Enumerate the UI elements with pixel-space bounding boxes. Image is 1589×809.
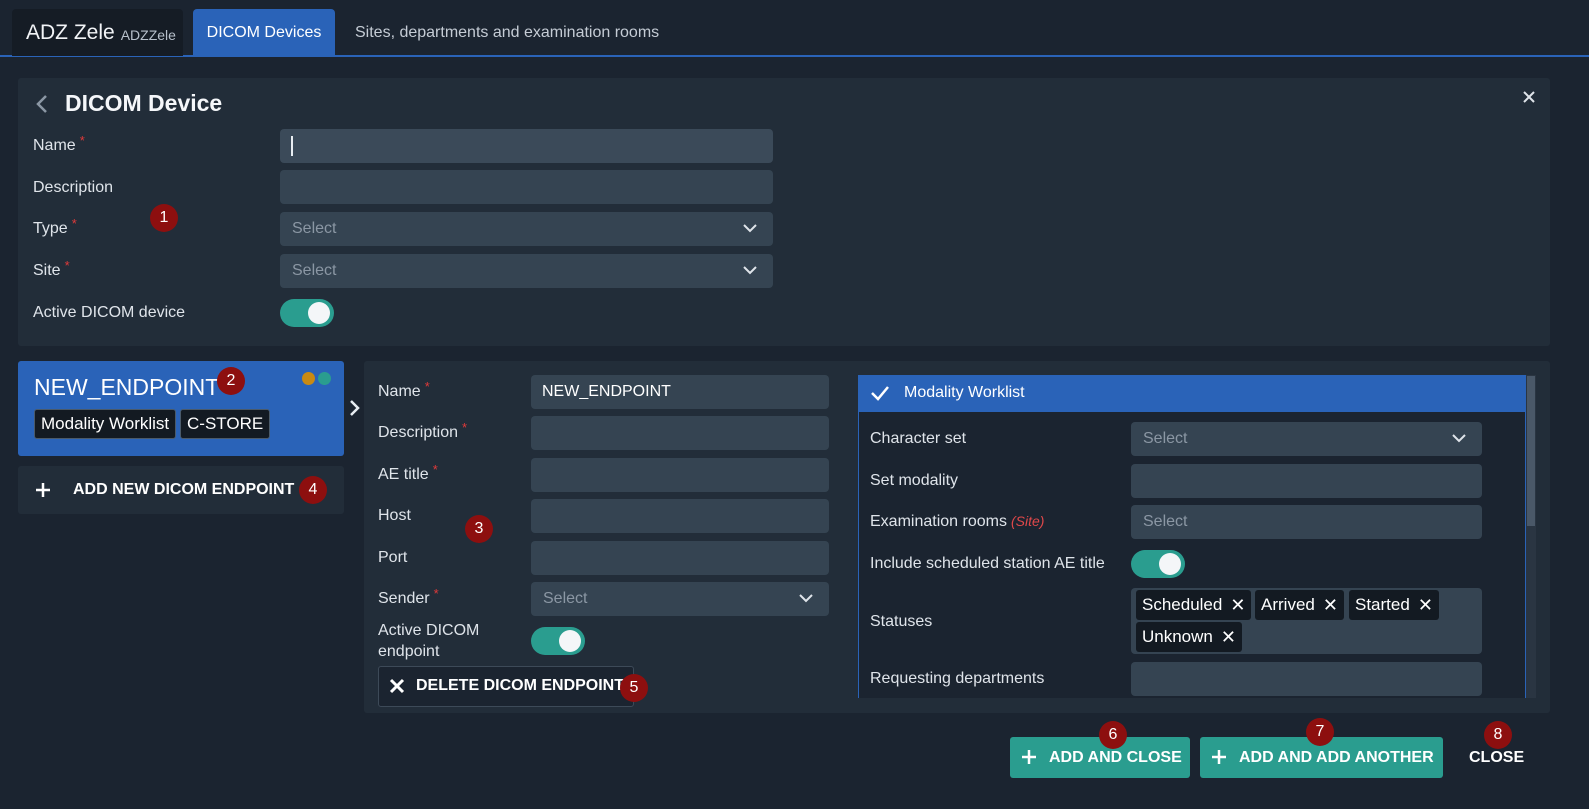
ep-sender-select[interactable]: Select: [531, 582, 829, 616]
ep-ae-title-input[interactable]: [531, 458, 829, 492]
set-modality-label: Set modality: [870, 472, 959, 489]
tab-app[interactable]: ADZ Zele ADZZele: [12, 9, 183, 56]
description-label: Description: [33, 179, 114, 196]
ep-active-toggle[interactable]: [531, 627, 585, 655]
step-badge-8: 8: [1484, 721, 1512, 749]
add-and-close-label: ADD AND CLOSE: [1049, 749, 1182, 766]
status-tag-label: Started: [1355, 595, 1410, 614]
close-icon: [389, 678, 405, 694]
exam-rooms-placeholder: Select: [1143, 513, 1188, 530]
add-endpoint-label: ADD NEW DICOM ENDPOINT: [73, 481, 295, 498]
name-label: Name: [33, 137, 81, 155]
ep-host-input[interactable]: [531, 499, 829, 533]
charset-label: Character set: [870, 430, 967, 447]
toggle-knob: [308, 302, 330, 324]
set-modality-input[interactable]: [1131, 464, 1482, 498]
app-code: ADZZele: [120, 26, 176, 43]
plus-icon: [1022, 750, 1036, 764]
step-badge-3: 3: [465, 515, 493, 543]
ep-active-label-line1: Active DICOM: [378, 622, 480, 639]
exam-rooms-note: (Site): [1010, 513, 1045, 529]
close-button[interactable]: CLOSE: [1469, 749, 1524, 767]
chevron-down-icon: [799, 594, 813, 603]
charset-select[interactable]: Select: [1131, 422, 1482, 456]
step-badge-5: 5: [620, 674, 648, 702]
name-input[interactable]: [280, 129, 773, 163]
type-placeholder: Select: [292, 220, 337, 237]
status-tag[interactable]: Unknown ✕: [1136, 622, 1242, 652]
chevron-left-icon[interactable]: [34, 94, 50, 114]
tab-dicom-devices[interactable]: DICOM Devices: [193, 9, 335, 56]
remove-tag-icon[interactable]: ✕: [1418, 595, 1433, 616]
ep-host-label: Host: [378, 507, 411, 524]
requesting-label: Requesting departments: [870, 670, 1045, 687]
text-caret: [291, 136, 293, 156]
status-tag[interactable]: Scheduled ✕: [1136, 590, 1252, 620]
active-device-toggle[interactable]: [280, 299, 334, 327]
worklist-scrollbar-thumb[interactable]: [1527, 376, 1535, 526]
step-badge-7: 7: [1306, 718, 1334, 746]
active-device-label: Active DICOM device: [33, 304, 186, 321]
step-badge-2: 2: [217, 367, 245, 395]
type-select[interactable]: Select: [280, 212, 773, 246]
chevron-right-icon: [350, 400, 360, 416]
ep-port-input[interactable]: [531, 541, 829, 575]
toggle-knob: [559, 630, 581, 652]
include-ae-toggle[interactable]: [1131, 550, 1185, 578]
plus-icon: [1212, 750, 1226, 764]
ep-sender-label: Sender: [378, 590, 435, 608]
endpoint-chip: Modality Worklist: [34, 409, 177, 439]
status-dot-orange: [302, 372, 315, 385]
sender-placeholder: Select: [543, 590, 588, 607]
include-ae-label: Include scheduled station AE title: [870, 555, 1105, 572]
charset-placeholder: Select: [1143, 430, 1188, 447]
add-and-add-another-label: ADD AND ADD ANOTHER: [1239, 749, 1434, 766]
exam-rooms-label: Examination rooms (Site): [870, 513, 1044, 531]
status-tag-label: Arrived: [1261, 595, 1315, 614]
ep-name-value: NEW_ENDPOINT: [542, 383, 671, 400]
requesting-input[interactable]: [1131, 662, 1482, 696]
worklist-title: Modality Worklist: [904, 384, 1025, 401]
description-input[interactable]: [280, 170, 773, 204]
endpoint-card-title: NEW_ENDPOINT: [34, 374, 220, 400]
close-icon[interactable]: [1520, 88, 1538, 106]
toggle-knob: [1159, 553, 1181, 575]
step-badge-6: 6: [1099, 721, 1127, 749]
site-placeholder: Select: [292, 262, 337, 279]
exam-rooms-label-text: Examination rooms: [870, 513, 1007, 530]
ep-port-label: Port: [378, 549, 408, 566]
panel-title: DICOM Device: [65, 90, 223, 116]
plus-icon: [36, 483, 50, 497]
step-badge-4: 4: [299, 476, 327, 504]
status-tag-label: Scheduled: [1142, 595, 1223, 614]
endpoint-chip: C-STORE: [180, 409, 271, 439]
ep-active-label-line2: endpoint: [378, 643, 440, 660]
chevron-down-icon: [743, 266, 757, 275]
app-name: ADZ Zele: [26, 20, 115, 44]
ep-name-label: Name: [378, 383, 426, 401]
status-tag-label: Unknown: [1142, 627, 1213, 646]
chevron-down-icon: [743, 224, 757, 233]
tab-sites-departments[interactable]: Sites, departments and examination rooms: [343, 9, 671, 56]
device-panel: [18, 78, 1550, 346]
step-badge-1: 1: [150, 204, 178, 232]
remove-tag-icon[interactable]: ✕: [1221, 627, 1236, 648]
delete-endpoint-label: DELETE DICOM ENDPOINT: [416, 677, 625, 694]
remove-tag-icon[interactable]: ✕: [1323, 595, 1338, 616]
ep-name-input[interactable]: NEW_ENDPOINT: [531, 375, 829, 409]
site-select[interactable]: Select: [280, 254, 773, 288]
statuses-label: Statuses: [870, 613, 933, 630]
ep-description-input[interactable]: [531, 416, 829, 450]
site-label: Site: [33, 262, 66, 280]
status-dot-teal: [318, 372, 331, 385]
exam-rooms-select[interactable]: Select: [1131, 505, 1482, 539]
ep-description-label: Description: [378, 424, 463, 442]
type-label: Type: [33, 220, 73, 238]
status-tag[interactable]: Arrived ✕: [1255, 590, 1344, 620]
remove-tag-icon[interactable]: ✕: [1230, 595, 1245, 616]
chevron-down-icon: [1452, 434, 1466, 443]
ep-ae-title-label: AE title: [378, 466, 434, 484]
check-icon: [871, 386, 889, 401]
status-tag[interactable]: Started ✕: [1349, 590, 1439, 620]
